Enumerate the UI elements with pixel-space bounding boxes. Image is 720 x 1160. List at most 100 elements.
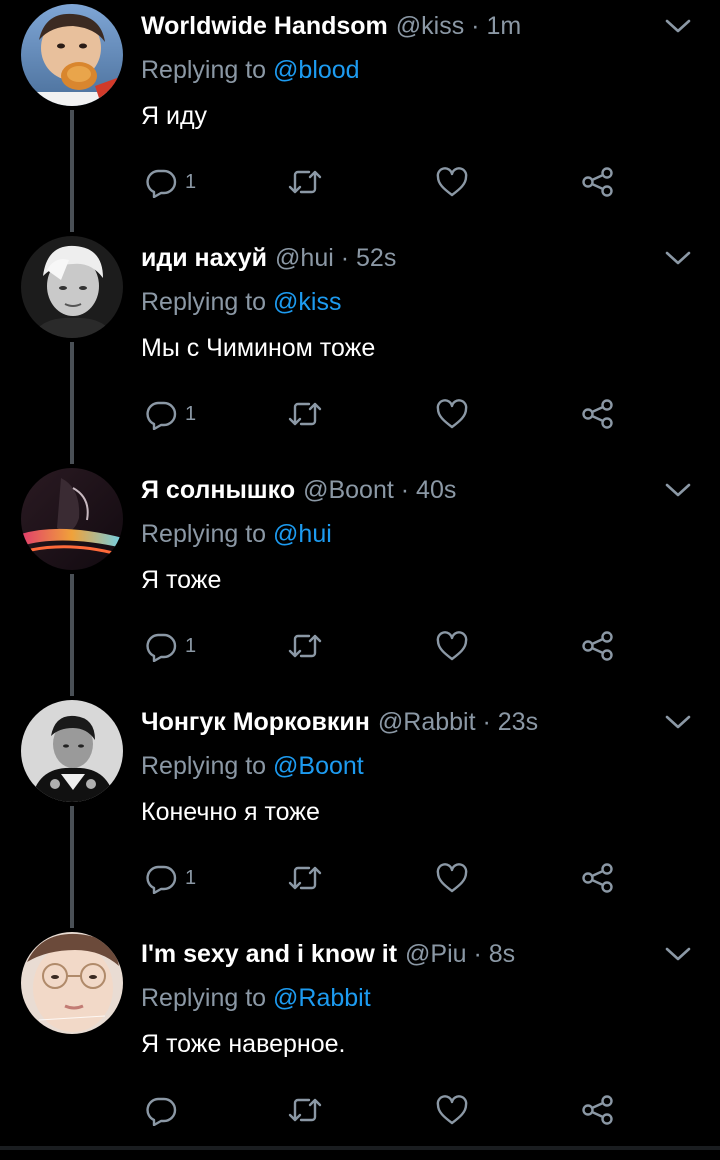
replying-to-link[interactable]: @kiss [273,288,341,316]
display-name[interactable]: I'm sexy and i know it [141,940,397,968]
like-button[interactable] [435,392,479,436]
replying-to-label: Replying to [141,288,267,316]
thread-connector-line [70,110,74,232]
heart-icon [436,863,468,893]
display-name[interactable]: Я солнышко [141,476,295,504]
tweet-text: Я тоже [141,566,222,594]
tweet-thread: Worldwide Handsom @kiss · 1m Replying to … [0,0,720,1150]
reply-count: 1 [185,171,197,193]
separator-dot: · [471,12,480,40]
timestamp[interactable]: 52s [356,244,396,272]
retweet-button[interactable] [287,624,331,668]
reply-icon [146,633,177,662]
tweet-actions: 1 [141,392,641,436]
bottom-divider [0,1146,720,1150]
timestamp[interactable]: 23s [498,708,538,736]
heart-icon [436,1095,468,1125]
display-name[interactable]: Чонгук Морковкин [141,708,370,736]
tweet-text: Я иду [141,102,208,130]
display-name[interactable]: иди нахуй [141,244,267,272]
user-handle[interactable]: @hui [275,244,334,272]
reply-icon [146,1097,177,1126]
tweet-header: Worldwide Handsom @kiss · 1m [141,8,661,44]
replying-to-label: Replying to [141,984,267,1012]
heart-icon [436,631,468,661]
chevron-down-icon[interactable] [664,248,692,268]
separator-dot: · [482,708,491,736]
like-button[interactable] [435,1088,479,1132]
tweet[interactable]: I'm sexy and i know it @Piu · 8s Replying… [0,928,720,1160]
tweet[interactable]: Worldwide Handsom @kiss · 1m Replying to … [0,0,720,232]
avatar[interactable] [21,932,123,1034]
chevron-down-icon[interactable] [664,944,692,964]
replying-to-label: Replying to [141,520,267,548]
chevron-down-icon[interactable] [664,712,692,732]
separator-dot: · [473,940,482,968]
replying-to: Replying to @blood [141,52,360,88]
retweet-button[interactable] [287,160,331,204]
reply-button[interactable] [145,1088,205,1132]
like-button[interactable] [435,160,479,204]
share-button[interactable] [581,624,625,668]
reply-button[interactable]: 1 [145,856,205,900]
avatar[interactable] [21,4,123,106]
share-button[interactable] [581,856,625,900]
retweet-icon [288,402,322,426]
like-button[interactable] [435,624,479,668]
heart-icon [436,399,468,429]
retweet-button[interactable] [287,392,331,436]
like-button[interactable] [435,856,479,900]
share-icon [582,167,613,197]
replying-to-link[interactable]: @Boont [273,752,364,780]
share-icon [582,631,613,661]
chevron-down-icon[interactable] [664,480,692,500]
tweet-header: Я солнышко @Boont · 40s [141,472,661,508]
share-icon [582,399,613,429]
retweet-button[interactable] [287,856,331,900]
retweet-icon [288,634,322,658]
retweet-icon [288,1098,322,1122]
reply-count: 1 [185,403,197,425]
heart-icon [436,167,468,197]
retweet-button[interactable] [287,1088,331,1132]
tweet[interactable]: иди нахуй @hui · 52s Replying to @kiss Мы… [0,232,720,464]
timestamp[interactable]: 1m [486,12,521,40]
timestamp[interactable]: 40s [416,476,456,504]
tweet-actions: 1 [141,160,641,204]
share-button[interactable] [581,1088,625,1132]
share-button[interactable] [581,392,625,436]
user-handle[interactable]: @Rabbit [378,708,476,736]
retweet-icon [288,866,322,890]
share-button[interactable] [581,160,625,204]
tweet-header: I'm sexy and i know it @Piu · 8s [141,936,661,972]
replying-to-link[interactable]: @blood [273,56,360,84]
separator-dot: · [400,476,410,504]
reply-button[interactable]: 1 [145,624,205,668]
replying-to: Replying to @kiss [141,284,341,320]
tweet-text: Я тоже наверное. [141,1030,346,1058]
tweet-text: Конечно я тоже [141,798,320,826]
timestamp[interactable]: 8s [489,940,515,968]
reply-button[interactable]: 1 [145,160,205,204]
user-handle[interactable]: @kiss [396,12,464,40]
tweet[interactable]: Чонгук Морковкин @Rabbit · 23s Replying t… [0,696,720,928]
tweet[interactable]: Я солнышко @Boont · 40s Replying to @hui … [0,464,720,696]
thread-connector-line [70,574,74,696]
replying-to-label: Replying to [141,752,267,780]
user-handle[interactable]: @Piu [405,940,467,968]
display-name[interactable]: Worldwide Handsom [141,12,388,40]
replying-to-link[interactable]: @hui [273,520,332,548]
avatar[interactable] [21,468,123,570]
share-icon [582,863,613,893]
chevron-down-icon[interactable] [664,16,692,36]
tweet-text: Мы с Чимином тоже [141,334,376,362]
replying-to-link[interactable]: @Rabbit [273,984,371,1012]
avatar[interactable] [21,236,123,338]
avatar[interactable] [21,700,123,802]
user-handle[interactable]: @Boont [303,476,394,504]
reply-icon [146,865,177,894]
reply-button[interactable]: 1 [145,392,205,436]
thread-connector-line [70,342,74,464]
tweet-header: Чонгук Морковкин @Rabbit · 23s [141,704,661,740]
tweet-actions: 1 [141,856,641,900]
